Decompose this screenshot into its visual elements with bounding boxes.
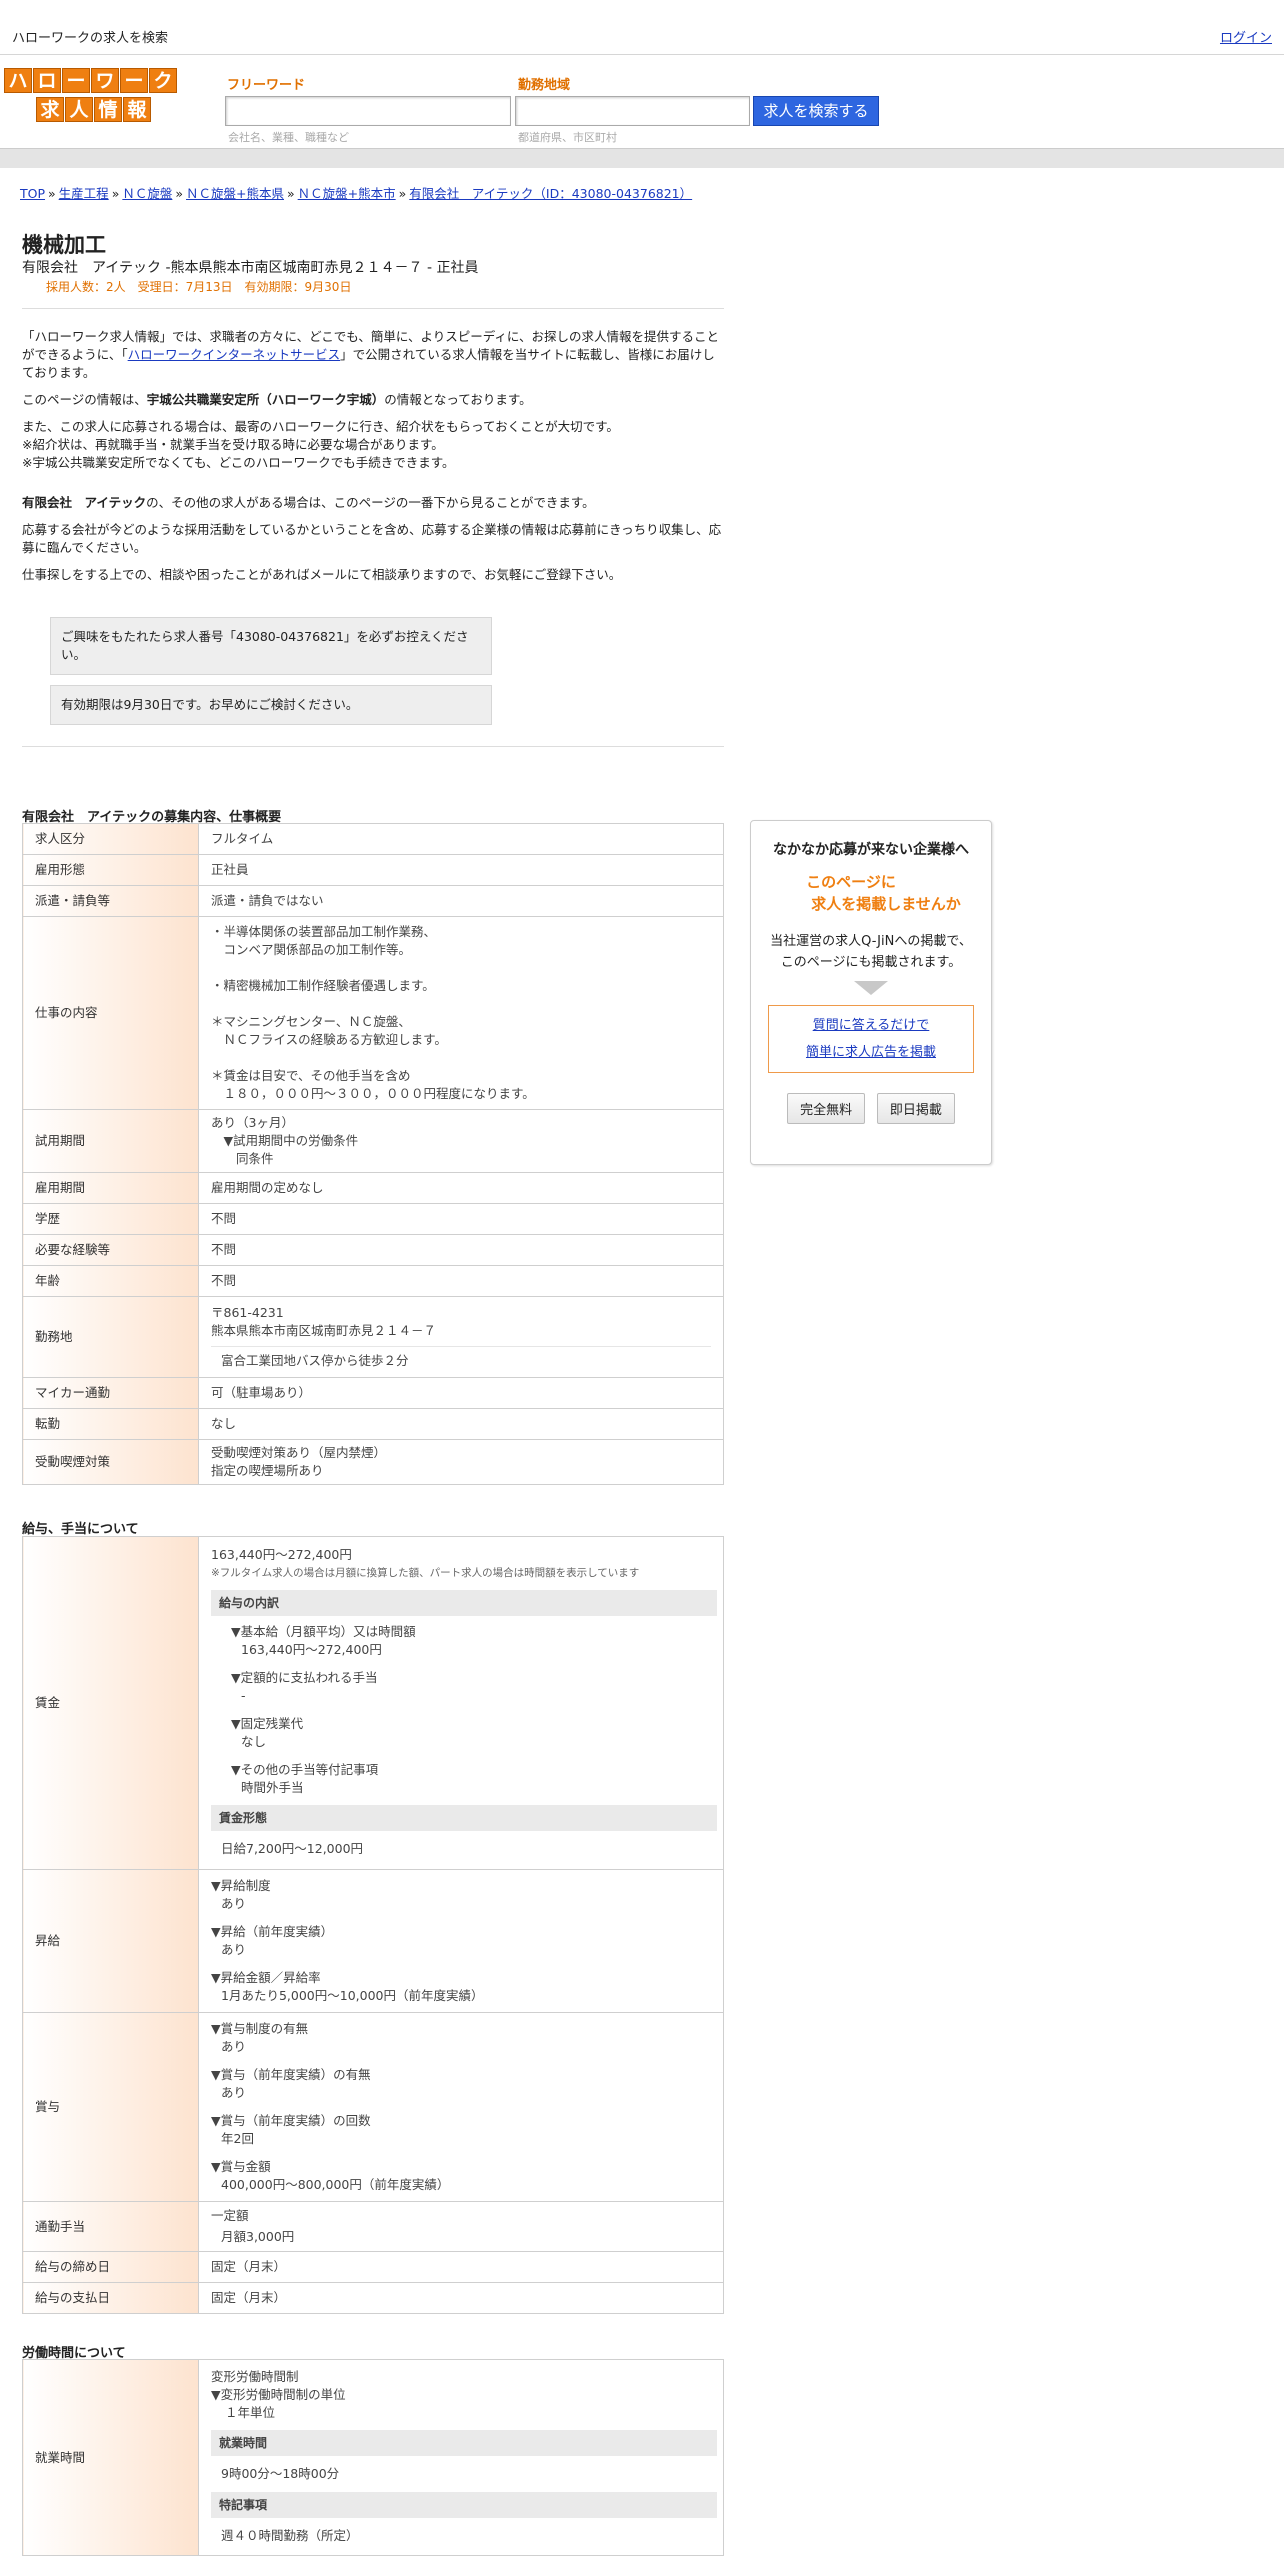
table-row: 雇用形態 正社員 xyxy=(22,854,724,886)
section-title: 給与、手当について xyxy=(22,1522,139,1537)
table-row: 勤務地 〒861-4231 熊本県熊本市南区城南町赤見２１４－７ 富合工業団地バ… xyxy=(22,1296,724,1378)
breadcrumb: TOP» 生産工程» ＮＣ旋盤» ＮＣ旋盤+熊本県» ＮＣ旋盤+熊本市» 有限会社 アイテ… xyxy=(20,186,693,201)
job-summary-table: 求人区分 フルタイム 雇用形態 正社員 派遣・請負等 派遣・請負ではない 仕事の内容 … xyxy=(22,823,724,1485)
divider xyxy=(22,308,724,309)
top-bar: ハローワークの求人を検索 ログイン xyxy=(0,0,1284,55)
sidebar-link-box: 質問に答えるだけで 簡単に求人広告を掲載 xyxy=(768,1005,974,1073)
search-button[interactable]: 求人を検索する xyxy=(753,96,879,126)
table-row: 派遣・請負等 派遣・請負ではない xyxy=(22,885,724,917)
sidebar-catch: このページに 求人を掲載しませんか xyxy=(806,873,961,913)
same-day-button[interactable]: 即日掲載 xyxy=(876,1093,955,1124)
breadcrumb-category[interactable]: 生産工程 xyxy=(59,186,109,201)
work-location: 〒861-4231 熊本県熊本市南区城南町赤見２１４－７ 富合工業団地バス停から… xyxy=(198,1296,724,1378)
breadcrumb-company[interactable]: 有限会社 アイテック（ID：43080-04376821） xyxy=(409,186,692,201)
free-button[interactable]: 完全無料 xyxy=(787,1093,866,1124)
table-row: 仕事の内容 ・半導体関係の装置部品加工制作業務、 コンベア関係部品の加工制作等。… xyxy=(22,916,724,1110)
table-row: 就業時間 変形労働時間制 ▼変形労働時間制の単位 １年単位 就業時間 9時00分… xyxy=(22,2359,724,2556)
breadcrumb-top[interactable]: TOP xyxy=(20,186,45,201)
table-row: 求人区分 フルタイム xyxy=(22,823,724,855)
table-row: マイカー通勤 可（駐車場あり） xyxy=(22,1377,724,1409)
table-row: 試用期間 あり（3ヶ月） ▼試用期間中の労働条件 同条件 xyxy=(22,1109,724,1173)
logo-char: ハ xyxy=(4,68,32,93)
sidebar-description: 当社運営の求人Q-JiNへの掲載で、 このページにも掲載されます。 xyxy=(770,934,972,970)
table-row: 昇給 ▼昇給制度 あり ▼昇給（前年度実績） あり ▼昇給金額／昇給率 1月あた… xyxy=(22,1869,724,2013)
intro-paragraph: また、この求人に応募される場合は、最寄のハローワークに行き、紹介状をもらっておく… xyxy=(22,419,619,470)
sidebar-link-post-ad[interactable]: 簡単に求人広告を掲載 xyxy=(806,1045,936,1060)
table-row: 給与の支払日 固定（月末） xyxy=(22,2282,724,2314)
job-meta: 採用人数：2人 受理日：7月13日 有効期限：9月30日 xyxy=(46,280,352,294)
sidebar-ad: なかなか応募が来ない企業様へ このページに 求人を掲載しませんか 当社運営の求人… xyxy=(750,820,992,1165)
sidebar-link-questions[interactable]: 質問に答えるだけで xyxy=(813,1018,930,1033)
area-hint: 都道府県、市区町村 xyxy=(518,131,617,144)
table-row: 賞与 ▼賞与制度の有無 あり ▼賞与（前年度実績）の有無 あり ▼賞与（前年度実… xyxy=(22,2012,724,2202)
salary-table: 賃金 163,440円〜272,400円 ※フルタイム求人の場合は月額に換算した… xyxy=(22,1536,724,2314)
logo-char: 人 xyxy=(65,97,93,122)
header-divider xyxy=(0,148,1284,168)
intro-paragraph: 「ハローワーク求人情報」では、求職者の方々に、どこでも、簡単に、よりスピーディに… xyxy=(22,329,720,380)
logo-char: ク xyxy=(149,68,177,93)
job-heading: 機械加工 有限会社 アイテック -熊本県熊本市南区城南町赤見２１４－７ - 正社… xyxy=(22,232,722,296)
job-title: 機械加工 xyxy=(22,233,106,257)
breadcrumb-city[interactable]: ＮＣ旋盤+熊本市 xyxy=(298,186,396,201)
freeword-label: フリーワード xyxy=(227,78,306,93)
logo-char: ー xyxy=(120,68,148,93)
table-row: 給与の締め日 固定（月末） xyxy=(22,2251,724,2283)
intro-paragraph: このページの情報は、宇城公共職業安定所（ハローワーク宇城）の情報となっております… xyxy=(22,392,532,407)
login-link[interactable]: ログイン xyxy=(1220,27,1272,46)
intro-paragraph: 有限会社 アイテックの、その他の求人がある場合は、このページの一番下から見ること… xyxy=(22,495,595,510)
breadcrumb-occupation[interactable]: ＮＣ旋盤 xyxy=(122,186,172,201)
intro-paragraph: 仕事探しをする上での、相談や困ったことがあればメールにて相談承りますので、お気軽… xyxy=(22,567,622,582)
intro-text: 「ハローワーク求人情報」では、求職者の方々に、どこでも、簡単に、よりスピーディに… xyxy=(22,328,722,593)
area-label: 勤務地域 xyxy=(518,78,571,93)
working-hours-table: 就業時間 変形労働時間制 ▼変形労働時間制の単位 １年単位 就業時間 9時00分… xyxy=(22,2359,724,2556)
site-title: ハローワークの求人を検索 xyxy=(12,31,169,46)
table-row: 転勤 なし xyxy=(22,1408,724,1440)
logo-char: ワ xyxy=(91,68,119,93)
sidebar-title: なかなか応募が来ない企業様へ xyxy=(773,842,969,858)
hellowork-internet-link[interactable]: ハローワークインターネットサービス xyxy=(128,347,341,362)
down-arrow-icon xyxy=(854,981,888,995)
logo-char: ロ xyxy=(33,68,61,93)
expiry-notice: 有効期限は9月30日です。お早めにご検討ください。 xyxy=(50,685,492,725)
logo-char: 求 xyxy=(36,97,64,122)
breadcrumb-prefecture[interactable]: ＮＣ旋盤+熊本県 xyxy=(186,186,284,201)
table-row: 雇用期間 雇用期間の定めなし xyxy=(22,1172,724,1204)
logo-char: 情 xyxy=(94,97,122,122)
intro-paragraph: 応募する会社が今どのような採用活動をしているかということを含め、応募する企業様の… xyxy=(22,522,722,555)
table-row: 年齢 不問 xyxy=(22,1265,724,1297)
divider xyxy=(22,746,724,747)
wage-detail: 163,440円〜272,400円 ※フルタイム求人の場合は月額に換算した額、パ… xyxy=(198,1536,724,1870)
hellowork-logo[interactable]: ハ ロ ー ワ ー ク 求 人 情 報 xyxy=(4,68,180,126)
table-row: 賃金 163,440円〜272,400円 ※フルタイム求人の場合は月額に換算した… xyxy=(22,1536,724,1870)
table-row: 通勤手当 一定額 月額3,000円 xyxy=(22,2201,724,2252)
company-line: 有限会社 アイテック -熊本県熊本市南区城南町赤見２１４－７ - 正社員 xyxy=(22,260,479,276)
job-number-notice: ご興味をもたれたら求人番号「43080-04376821」を必ずお控えください。 xyxy=(50,617,492,675)
freeword-hint: 会社名、業種、職種など xyxy=(228,131,349,144)
logo-char: ー xyxy=(62,68,90,93)
header: ハ ロ ー ワ ー ク 求 人 情 報 フリーワード 会社名、業種、職種など 勤… xyxy=(0,56,1284,148)
area-input[interactable] xyxy=(515,96,750,126)
table-row: 必要な経験等 不問 xyxy=(22,1234,724,1266)
table-row: 受動喫煙対策 受動喫煙対策あり（屋内禁煙） 指定の喫煙場所あり xyxy=(22,1439,724,1485)
logo-char: 報 xyxy=(123,97,151,122)
job-description: ・半導体関係の装置部品加工制作業務、 コンベア関係部品の加工制作等。 ・精密機械… xyxy=(198,916,724,1110)
freeword-input[interactable] xyxy=(225,96,511,126)
table-row: 学歴 不問 xyxy=(22,1203,724,1235)
